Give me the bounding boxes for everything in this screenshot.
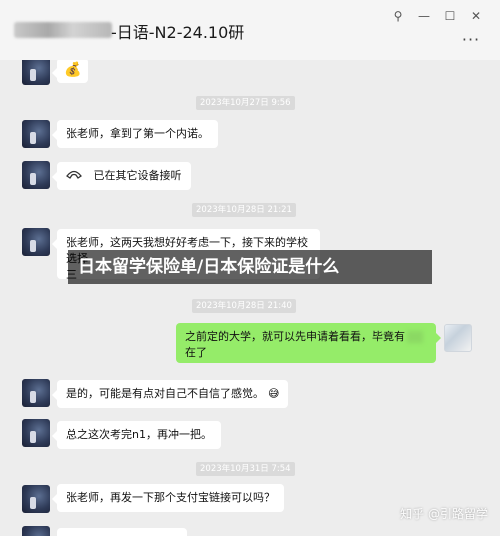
chat-message-list[interactable]: 💰 2023年10月27日 9:56 张老师，拿到了第一个内诺。 已在其它设备接… xyxy=(0,60,500,536)
maximize-button[interactable]: ☐ xyxy=(440,6,460,26)
contact-avatar[interactable] xyxy=(22,379,50,407)
timestamp: 2023年10月28日 21:40 xyxy=(192,299,296,313)
window-controls: ⚲ — ☐ ✕ xyxy=(388,6,486,26)
redacted-text xyxy=(407,331,423,343)
timestamp: 2023年10月28日 21:21 xyxy=(192,203,296,217)
watermark: 知乎 @引路留学 xyxy=(400,507,488,521)
contact-avatar[interactable] xyxy=(22,419,50,447)
chat-title: -日语-N2-24.10研 xyxy=(111,23,245,42)
contact-avatar[interactable] xyxy=(22,526,50,536)
message-bubble[interactable]: 是的，可能是有点对自己不自信了感觉。 😅 xyxy=(51,380,289,408)
sweat-smile-emoji: 😅 xyxy=(268,387,280,400)
blurred-contact-name xyxy=(14,22,112,38)
message-bubble[interactable]: 张老师，再发一下那个支付宝链接可以吗？ xyxy=(52,484,284,512)
contact-avatar[interactable] xyxy=(22,60,50,85)
call-record-bubble[interactable]: 已在其它设备接听 xyxy=(52,162,191,190)
message-line: 之前定的大学，就可以先申请着看看，毕竟有 xyxy=(185,329,427,345)
sent-message-bubble[interactable]: 之前定的大学，就可以先申请着看看，毕竟有 在了 xyxy=(176,323,441,363)
phone-icon xyxy=(66,168,82,184)
message-bubble[interactable]: 💰 xyxy=(51,60,89,83)
article-title-banner: 日本留学保险单/日本保险证是什么 xyxy=(68,250,432,284)
close-button[interactable]: ✕ xyxy=(466,6,486,26)
call-status-text: 已在其它设备接听 xyxy=(93,169,182,182)
more-options-button[interactable]: ··· xyxy=(460,30,482,49)
pin-icon[interactable]: ⚲ xyxy=(388,6,408,26)
chat-title-bar: -日语-N2-24.10研 ⚲ — ☐ ✕ ··· xyxy=(0,0,500,60)
timestamp: 2023年10月27日 9:56 xyxy=(196,96,295,110)
contact-avatar[interactable] xyxy=(22,120,50,148)
message-line: 在了 xyxy=(185,346,207,359)
message-bubble[interactable] xyxy=(57,528,187,536)
minimize-button[interactable]: — xyxy=(414,6,434,26)
money-bag-emoji: 💰 xyxy=(64,62,82,78)
message-bubble[interactable]: 张老师，拿到了第一个内诺。 xyxy=(52,120,218,148)
timestamp: 2023年10月31日 7:54 xyxy=(196,462,295,476)
contact-avatar[interactable] xyxy=(22,485,50,513)
message-bubble[interactable]: 总之这次考完n1，再冲一把。 xyxy=(52,421,221,449)
contact-avatar[interactable] xyxy=(22,228,50,256)
self-avatar[interactable] xyxy=(444,324,472,352)
contact-avatar[interactable] xyxy=(22,161,50,189)
message-line: 张老师，这两天我想好好考虑一下，接下来的学校 xyxy=(66,236,308,249)
